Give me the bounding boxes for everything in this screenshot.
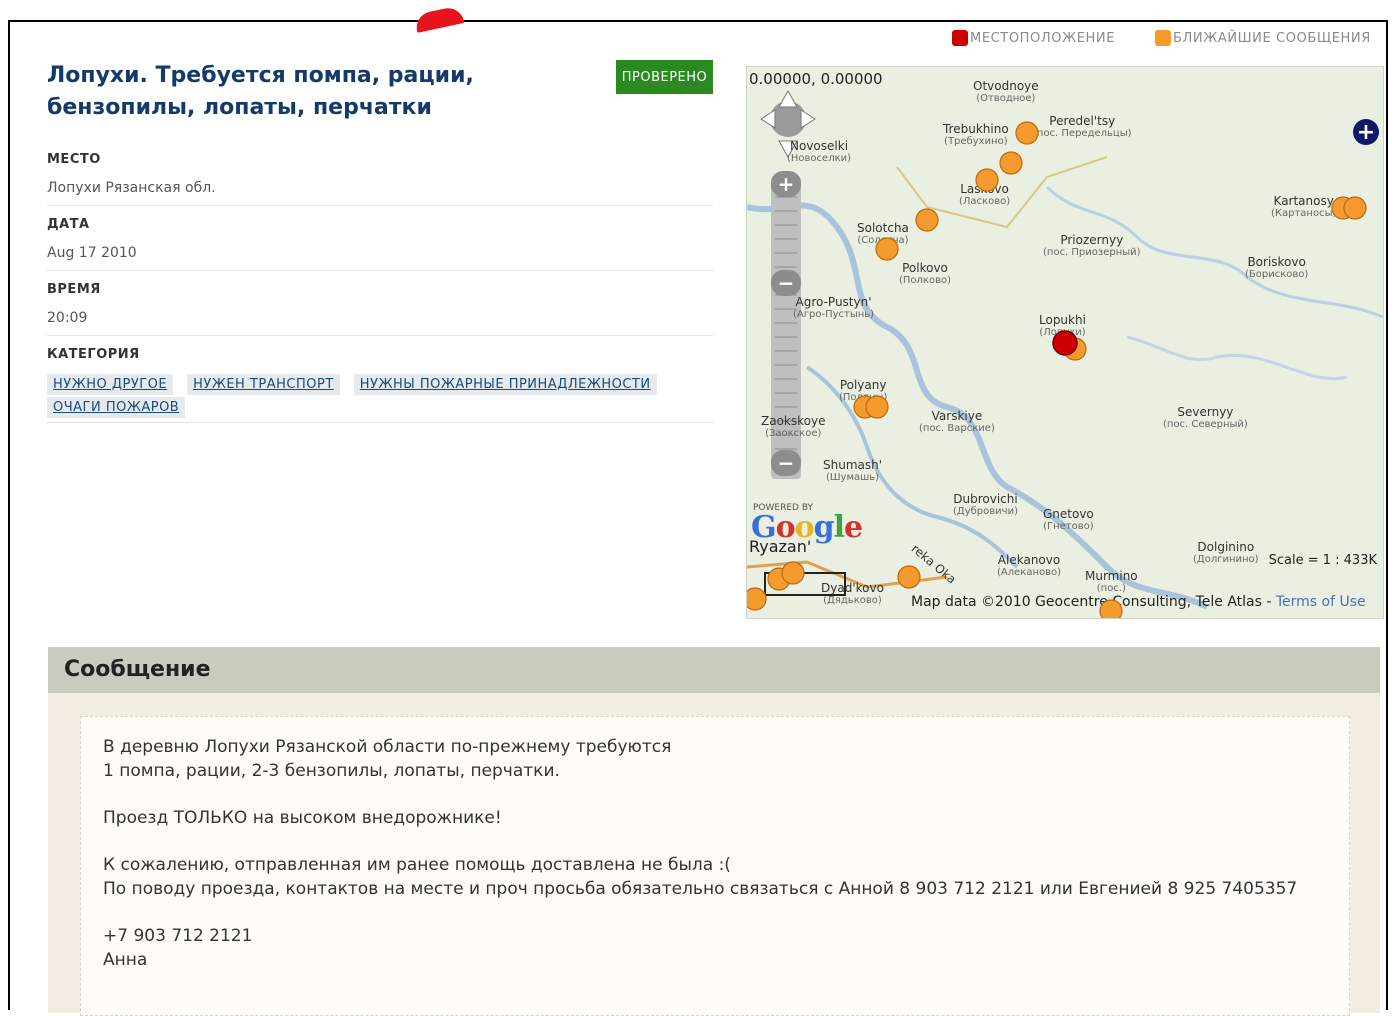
map-place-label: Solotcha (Солотча) [857, 221, 909, 246]
divider [47, 335, 713, 336]
map-place-label: Severnyy (пос. Северный) [1163, 405, 1248, 430]
time-label: ВРЕМЯ [47, 282, 101, 297]
legend-nearby: БЛИЖАЙШИЕ СООБЩЕНИЯ [1155, 30, 1371, 46]
map-place-label: Alekanovo (Алеканово) [997, 553, 1062, 578]
map-place-label: Peredel'tsy (пос. Передельцы) [1033, 114, 1132, 139]
map-place-label: Novoselki (Новоселки) [787, 139, 852, 164]
map-place-label: Kartanosy (Картаносы) [1271, 194, 1337, 219]
location-marker-icon [952, 30, 968, 46]
map-place-label: Lopukhi (Лопухи) [1039, 313, 1086, 338]
message-line: 1 помпа, рации, 2-3 бензопилы, лопаты, п… [103, 761, 560, 781]
message-line: Анна [103, 950, 148, 970]
add-marker-button[interactable]: + [1353, 119, 1379, 145]
map-place-label: Trebukhino (Требухино) [943, 122, 1009, 147]
message-line: +7 903 712 2121 [103, 926, 253, 946]
message-line: Проезд ТОЛЬКО на высоком внедорожнике! [103, 808, 502, 828]
category-list: НУЖНО ДРУГОЕ НУЖЕН ТРАНСПОРТ НУЖНЫ ПОЖАРНЫ… [47, 374, 713, 420]
map-place-label: Agro-Pustyn' (Агро-Пустынь) [793, 295, 875, 320]
time-value: 20:09 [47, 310, 88, 326]
map-place-label: Dolginino (Долгинино) [1193, 540, 1259, 565]
map-place-label: Shumash' (Шумашь) [823, 458, 883, 483]
terms-of-use-link[interactable]: Terms of Use [1276, 594, 1366, 610]
place-label: МЕСТО [47, 152, 101, 167]
map-place-label: Priozernyy (пос. Приозерный) [1043, 233, 1141, 258]
message-header: Сообщение [48, 647, 1380, 693]
legend-location: МЕСТОПОЛОЖЕНИЕ [952, 30, 1115, 46]
message-line: В деревню Лопухи Рязанской области по-пр… [103, 737, 672, 757]
category-link[interactable]: ОЧАГИ ПОЖАРОВ [47, 397, 186, 418]
verified-badge: ПРОВЕРЕНО [616, 60, 713, 94]
map-place-label: Dubrovichi (Дубровичи) [953, 492, 1018, 517]
map-scale: Scale = 1 : 433K [1268, 553, 1377, 568]
map-place-label: Murmino (пос.) [1085, 569, 1138, 594]
category-link[interactable]: НУЖНЫ ПОЖАРНЫЕ ПРИНАДЛЕЖНОСТИ [353, 374, 657, 395]
zoom-slider-handle[interactable]: − [771, 270, 801, 296]
map-attribution: Map data ©2010 Geocentre Consulting, Tel… [911, 594, 1366, 610]
map-place-label: Zaokskoye (Заокское) [761, 414, 826, 439]
map-place-label: Laskovo (Ласково) [959, 182, 1011, 207]
map-place-label: Gnetovo (Гнетово) [1043, 507, 1094, 532]
place-value: Лопухи Рязанская обл. [47, 180, 216, 196]
nearby-marker-icon [1155, 30, 1171, 46]
message-line: По поводу проезда, контактов на месте и … [103, 879, 1298, 899]
message-line: К сожалению, отправленная им ранее помощ… [103, 855, 731, 875]
message-body: В деревню Лопухи Рязанской области по-пр… [80, 716, 1350, 1016]
map-place-label: Otvodnoye (Отводное) [973, 79, 1039, 104]
zoom-in-button[interactable]: + [771, 171, 801, 197]
divider [47, 422, 713, 423]
report-title: Лопухи. Требуется помпа, рации, бензопил… [47, 63, 474, 120]
legend-nearby-label: БЛИЖАЙШИЕ СООБЩЕНИЯ [1173, 30, 1371, 46]
legend-location-label: МЕСТОПОЛОЖЕНИЕ [970, 30, 1116, 46]
date-label: ДАТА [47, 217, 90, 232]
map-place-label: Varskiye (пос. Варские) [919, 409, 995, 434]
date-value: Aug 17 2010 [47, 245, 137, 261]
map-place-label: Dyad'kovo (Дядьково) [821, 581, 884, 606]
divider [47, 205, 713, 206]
category-label: КАТЕГОРИЯ [47, 347, 140, 362]
divider [47, 270, 713, 271]
map-place-label: Polkovo (Полково) [899, 261, 952, 286]
map-place-label: Polyany (Поляны) [839, 378, 888, 403]
zoom-out-button[interactable]: − [771, 450, 801, 476]
map-place-label: Boriskovo (Борисково) [1245, 255, 1309, 280]
map-place-label: Ryazan' [749, 537, 812, 556]
category-link[interactable]: НУЖНО ДРУГОЕ [47, 374, 174, 395]
map-view[interactable]: 0.00000, 0.00000 + + − − Otvodnoye (Отво… [746, 66, 1384, 619]
category-link[interactable]: НУЖЕН ТРАНСПОРТ [187, 374, 340, 395]
